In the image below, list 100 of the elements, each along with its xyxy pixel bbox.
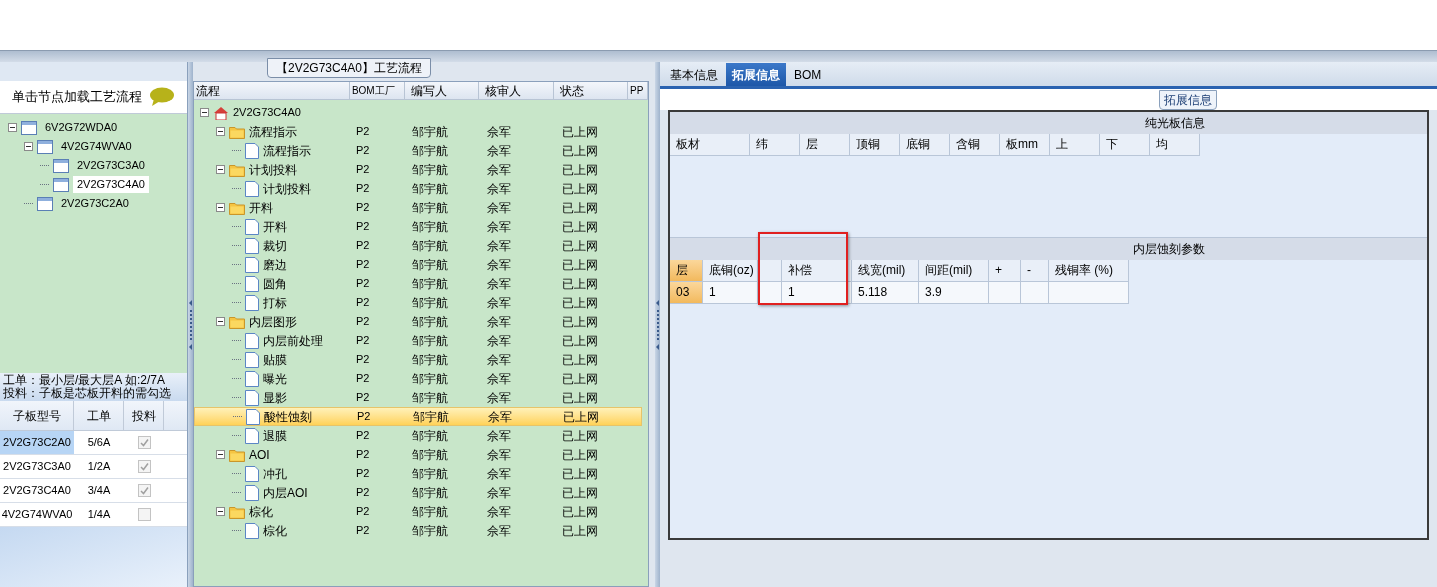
tab[interactable]: 基本信息 <box>664 63 724 86</box>
column-header[interactable]: 均 <box>1150 134 1200 156</box>
column-header[interactable]: 层 <box>670 260 703 282</box>
table-row[interactable]: 2V2G73C4A0 3/4A <box>0 479 187 503</box>
tree-node[interactable]: 2V2G73C3A0 <box>73 157 149 174</box>
column-header[interactable]: 含铜 <box>950 134 1000 156</box>
column-header[interactable]: + <box>989 260 1021 282</box>
writer-cell-text: 邹宇航 <box>411 123 449 141</box>
column-header[interactable]: 纬 <box>750 134 800 156</box>
collapse-icon[interactable] <box>216 165 225 174</box>
process-row[interactable]: 棕化 P2 邹宇航 佘军 已上网 <box>194 502 642 521</box>
process-row[interactable]: 流程指示 P2 邹宇航 佘军 已上网 <box>194 141 642 160</box>
collapse-icon[interactable] <box>8 123 17 133</box>
collapse-icon[interactable] <box>24 142 33 152</box>
process-row[interactable]: 圆角 P2 邹宇航 佘军 已上网 <box>194 274 642 293</box>
document-icon <box>245 465 259 482</box>
process-row[interactable]: 开料 P2 邹宇航 佘军 已上网 <box>194 217 642 236</box>
checkbox[interactable] <box>137 436 151 449</box>
factory-cell-text: P2 <box>355 485 371 501</box>
checkbox[interactable] <box>137 460 151 473</box>
checkbox[interactable] <box>137 484 151 497</box>
writer-cell-text: 邹宇航 <box>411 161 449 179</box>
column-header[interactable]: 工单 <box>74 401 124 430</box>
process-row[interactable]: 显影 P2 邹宇航 佘军 已上网 <box>194 388 642 407</box>
column-header[interactable] <box>758 260 782 282</box>
process-row[interactable]: 裁切 P2 邹宇航 佘军 已上网 <box>194 236 642 255</box>
process-row[interactable]: 曝光 P2 邹宇航 佘军 已上网 <box>194 369 642 388</box>
column-header[interactable]: - <box>1021 260 1049 282</box>
column-header[interactable]: 子板型号 <box>0 401 74 430</box>
column-header[interactable]: 核审人 <box>479 82 554 99</box>
process-row[interactable]: 磨边 P2 邹宇航 佘军 已上网 <box>194 255 642 274</box>
writer-cell-text: 邹宇航 <box>411 237 449 255</box>
column-header[interactable]: 底铜(oz) <box>703 260 758 282</box>
table-row[interactable]: 2V2G73C2A0 5/6A <box>0 431 187 455</box>
collapse-icon[interactable] <box>216 203 225 212</box>
process-name: 曝光 <box>263 370 287 388</box>
process-row[interactable]: 开料 P2 邹宇航 佘军 已上网 <box>194 198 642 217</box>
status-cell-text: 已上网 <box>561 313 599 331</box>
process-row[interactable]: 2V2G73C4A0 <box>194 103 642 122</box>
column-header[interactable]: 补偿 <box>782 260 852 282</box>
status-cell-text: 已上网 <box>561 446 599 464</box>
tab[interactable]: BOM <box>788 63 828 86</box>
process-name: 流程指示 <box>263 142 311 160</box>
process-row[interactable]: 冲孔 P2 邹宇航 佘军 已上网 <box>194 464 642 483</box>
process-row[interactable]: 退膜 P2 邹宇航 佘军 已上网 <box>194 426 642 445</box>
column-header[interactable]: 底铜 <box>900 134 950 156</box>
collapse-icon[interactable] <box>216 127 225 136</box>
process-row[interactable]: 贴膜 P2 邹宇航 佘军 已上网 <box>194 350 642 369</box>
factory-cell-text: P2 <box>355 390 371 406</box>
column-header[interactable]: 线宽(mil) <box>852 260 919 282</box>
column-header[interactable]: 残铜率 (%) <box>1049 260 1129 282</box>
process-row[interactable]: 打标 P2 邹宇航 佘军 已上网 <box>194 293 642 312</box>
collapse-icon[interactable] <box>216 450 225 459</box>
writer-cell-text: 邹宇航 <box>411 465 449 483</box>
process-row[interactable]: 内层AOI P2 邹宇航 佘军 已上网 <box>194 483 642 502</box>
process-row[interactable]: 内层图形 P2 邹宇航 佘军 已上网 <box>194 312 642 331</box>
collapse-icon[interactable] <box>200 108 209 117</box>
collapse-icon[interactable] <box>216 317 225 326</box>
column-header[interactable]: 流程 <box>194 82 350 99</box>
process-row[interactable]: 棕化 P2 邹宇航 佘军 已上网 <box>194 521 642 540</box>
column-header[interactable]: PP <box>628 82 648 99</box>
tree-node[interactable]: 6V2G72WDA0 <box>41 119 122 136</box>
folder-icon <box>229 504 245 519</box>
process-row[interactable]: 流程指示 P2 邹宇航 佘军 已上网 <box>194 122 642 141</box>
process-row[interactable]: 计划投料 P2 邹宇航 佘军 已上网 <box>194 160 642 179</box>
tree-node[interactable]: 2V2G73C4A0 <box>73 176 149 193</box>
column-header[interactable]: 层 <box>800 134 850 156</box>
checkmark-icon <box>139 438 149 447</box>
checkbox[interactable] <box>137 508 151 521</box>
column-header[interactable]: 编写人 <box>404 82 480 99</box>
table-cell-text: 3/4A <box>86 483 112 499</box>
column-header[interactable]: 上 <box>1050 134 1100 156</box>
process-name: 内层前处理 <box>263 332 323 350</box>
column-header[interactable]: BOM工厂 <box>349 82 405 99</box>
column-header[interactable]: 板材 <box>670 134 750 156</box>
tree-node[interactable]: 4V2G74WVA0 <box>57 138 136 155</box>
reviewer-cell-text: 佘军 <box>486 199 512 217</box>
column-header[interactable]: 投料 <box>124 401 164 430</box>
column-header[interactable]: 间距(mil) <box>919 260 989 282</box>
process-row[interactable]: 计划投料 P2 邹宇航 佘军 已上网 <box>194 179 642 198</box>
process-row[interactable]: AOI P2 邹宇航 佘军 已上网 <box>194 445 642 464</box>
table-row[interactable]: 2V2G73C3A0 1/2A <box>0 455 187 479</box>
splitter-handle-icon[interactable] <box>188 299 193 350</box>
column-header[interactable]: 板mm <box>1000 134 1050 156</box>
reviewer-cell-text: 佘军 <box>486 503 512 521</box>
process-name: 计划投料 <box>249 161 297 179</box>
process-name: 退膜 <box>263 427 287 445</box>
collapse-icon[interactable] <box>216 507 225 516</box>
column-header[interactable]: 顶铜 <box>850 134 900 156</box>
process-row[interactable]: 内层前处理 P2 邹宇航 佘军 已上网 <box>194 331 642 350</box>
splitter-handle-icon[interactable] <box>655 299 660 350</box>
reviewer-cell-text: 佘军 <box>486 123 512 141</box>
tree-node[interactable]: 2V2G73C2A0 <box>57 195 133 212</box>
writer-cell-text: 邹宇航 <box>411 313 449 331</box>
process-row[interactable]: 酸性蚀刻 P2 邹宇航 佘军 已上网 <box>194 407 642 426</box>
document-icon <box>245 427 259 444</box>
folder-icon <box>229 447 245 462</box>
column-header[interactable]: 状态 <box>553 82 629 99</box>
tab[interactable]: 拓展信息 <box>726 63 786 86</box>
column-header[interactable]: 下 <box>1100 134 1150 156</box>
